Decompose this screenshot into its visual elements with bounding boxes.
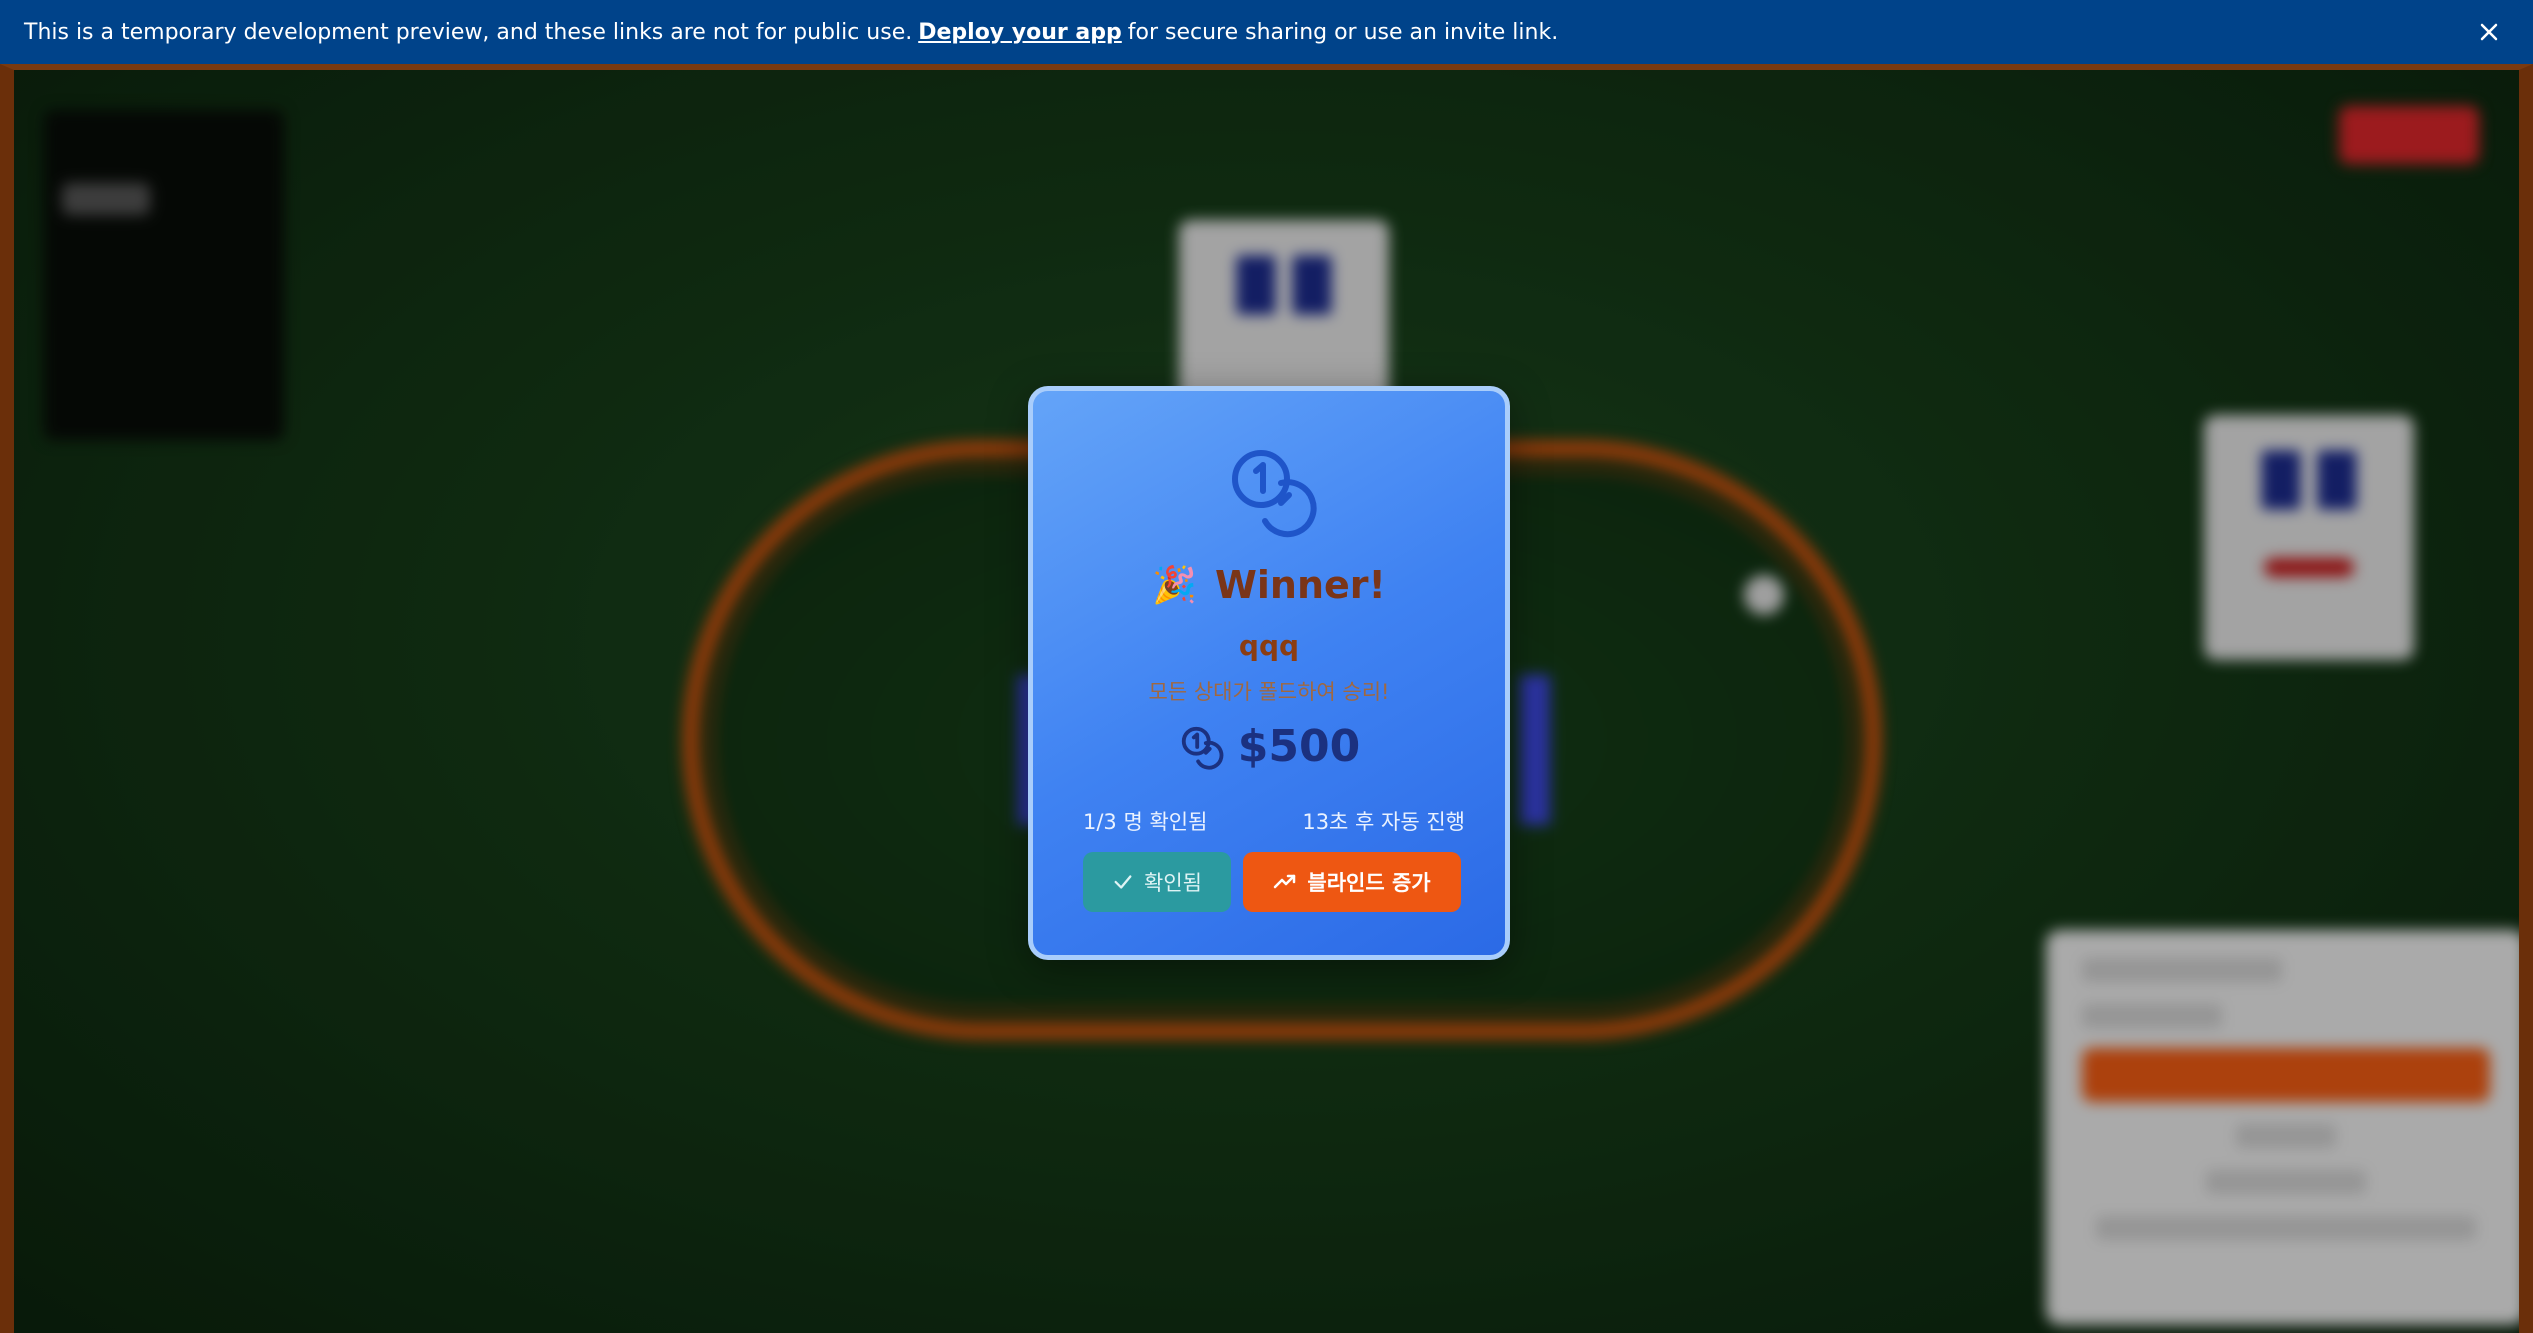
winner-title-row: 🎉 Winner!: [1033, 563, 1505, 607]
party-popper-icon: 🎉: [1152, 565, 1197, 606]
deploy-app-link[interactable]: Deploy your app: [918, 20, 1122, 45]
banner-text-after: for secure sharing or use an invite link…: [1127, 19, 1559, 45]
winner-modal: 🎉 Winner! qqq 모든 상대가 폴드하여 승리! $500 1/3 명…: [1028, 386, 1510, 960]
increase-blind-button-label: 블라인드 증가: [1307, 871, 1431, 895]
confirmation-status: 1/3 명 확인됨 13초 후 자동 진행: [1083, 806, 1465, 836]
confirmed-button-label: 확인됨: [1144, 871, 1202, 895]
increase-blind-button[interactable]: 블라인드 증가: [1243, 852, 1461, 912]
trending-up-icon: [1274, 874, 1296, 889]
auto-advance-countdown: 13초 후 자동 진행: [1302, 810, 1465, 834]
dev-preview-banner: This is a temporary development preview,…: [0, 0, 2533, 64]
close-icon[interactable]: [2473, 16, 2505, 48]
confirmed-button[interactable]: 확인됨: [1083, 852, 1231, 912]
coins-icon: [1232, 450, 1317, 538]
banner-text-before: This is a temporary development preview,…: [24, 19, 913, 45]
prize-amount: $500: [1237, 721, 1361, 772]
winner-name: qqq: [1238, 629, 1300, 662]
winner-title: Winner!: [1214, 563, 1386, 607]
prize-amount-row: $500: [1033, 721, 1505, 772]
winner-reason: 모든 상대가 폴드하여 승리!: [1148, 680, 1390, 704]
confirmed-count: 1/3 명 확인됨: [1083, 810, 1208, 834]
coins-icon: [1181, 726, 1224, 770]
modal-actions: 확인됨 블라인드 증가: [1083, 852, 1461, 912]
check-icon: [1114, 875, 1132, 889]
